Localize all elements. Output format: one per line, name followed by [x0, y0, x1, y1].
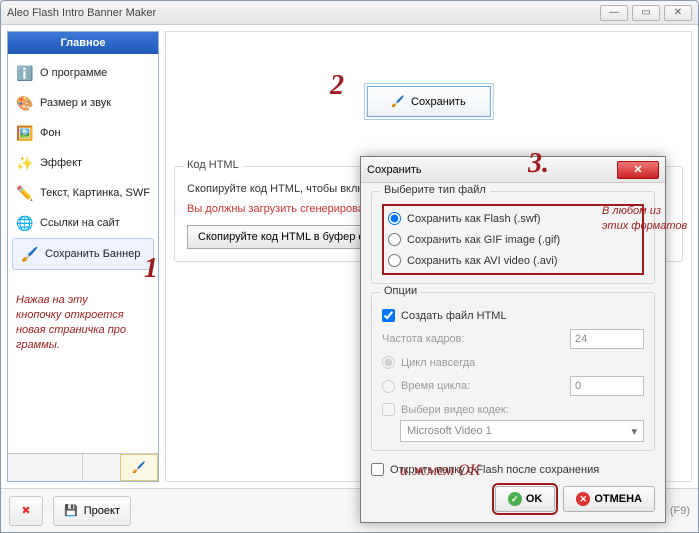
sidebar-item-background[interactable]: 🖼️ Фон	[8, 118, 158, 148]
sidebar-item-save-banner[interactable]: 🖌️ Сохранить Баннер	[12, 238, 154, 270]
loop-time-input[interactable]	[571, 377, 699, 395]
sidebar-footer: 🖌️	[8, 453, 158, 481]
save-button-label: Сохранить	[411, 96, 466, 108]
open-folder-checkbox[interactable]: Открыть папку с Flash после сохранения	[371, 459, 655, 480]
palette-icon: 🎨	[16, 94, 34, 112]
fps-row: Частота кадров: ▲▼	[382, 326, 644, 352]
loop-forever-radio[interactable]: Цикл навсегда	[382, 352, 644, 373]
loop-time-row: Время цикла: ▲▼	[382, 373, 644, 399]
project-button[interactable]: 💾 Проект	[53, 496, 131, 526]
f9-hint: (F9)	[670, 505, 690, 517]
dialog-titlebar: Сохранить ✕	[361, 157, 665, 183]
footer-cell-active[interactable]: 🖌️	[120, 454, 158, 481]
dialog-footer: ✓OK ✕ОТМЕНА	[371, 480, 655, 512]
stop-icon: ✖	[21, 504, 30, 517]
options-group: Опции Создать файл HTML Частота кадров: …	[371, 292, 655, 451]
codec-combo[interactable]: Microsoft Video 1▾	[400, 420, 644, 442]
loop-time-radio[interactable]: Время цикла:	[382, 380, 470, 393]
ok-button[interactable]: ✓OK	[495, 486, 556, 512]
close-button[interactable]: ✕	[664, 5, 692, 21]
dialog-title: Сохранить	[367, 164, 422, 176]
maximize-button[interactable]: ▭	[632, 5, 660, 21]
floppy-icon: 💾	[64, 504, 78, 517]
radio-gif[interactable]: Сохранить как GIF image (.gif)	[388, 229, 638, 250]
fps-spinner[interactable]: ▲▼	[570, 329, 644, 349]
project-label: Проект	[84, 505, 120, 517]
loop-time-spinner[interactable]: ▲▼	[570, 376, 644, 396]
sidebar-item-label: Эффект	[40, 157, 82, 169]
save-dialog: Сохранить ✕ Выберите тип файл Сохранить …	[360, 156, 666, 523]
picture-icon: 🖼️	[16, 124, 34, 142]
radio-swf[interactable]: Сохранить как Flash (.swf)	[388, 208, 638, 229]
sidebar-item-label: О программе	[40, 67, 107, 79]
chevron-down-icon: ▾	[631, 425, 637, 438]
brush-icon: 🖌️	[21, 245, 39, 263]
radio-avi[interactable]: Сохранить как AVI video (.avi)	[388, 250, 638, 271]
sidebar: Главное ℹ️ О программе 🎨 Размер и звук 🖼️ Ф…	[7, 31, 159, 482]
footer-cell[interactable]	[82, 454, 120, 481]
sidebar-item-links[interactable]: 🌐 Ссылки на сайт	[8, 208, 158, 238]
copy-html-button[interactable]: Скопируйте код HTML в буфер обм	[187, 225, 389, 249]
file-type-title: Выберите тип файл	[380, 184, 490, 196]
cancel-icon: ✕	[576, 492, 590, 506]
file-type-highlight: Сохранить как Flash (.swf) Сохранить как…	[382, 204, 644, 275]
sidebar-item-label: Фон	[40, 127, 61, 139]
sidebar-item-label: Сохранить Баннер	[45, 248, 140, 260]
sidebar-item-label: Размер и звук	[40, 97, 111, 109]
window-title: Aleo Flash Intro Banner Maker	[7, 7, 156, 19]
file-type-group: Выберите тип файл Сохранить как Flash (.…	[371, 191, 655, 284]
save-button[interactable]: 🖌️ Сохранить	[366, 86, 490, 117]
check-icon: ✓	[508, 492, 522, 506]
sparkle-icon: ✨	[16, 154, 34, 172]
sidebar-header: Главное	[8, 32, 158, 54]
globe-icon: 🌐	[16, 214, 34, 232]
brush-icon: 🖌️	[391, 95, 405, 108]
window-controls: — ▭ ✕	[600, 5, 692, 21]
sidebar-item-about[interactable]: ℹ️ О программе	[8, 58, 158, 88]
codec-checkbox[interactable]: Выбери видео кодек:	[382, 399, 644, 420]
group-title: Код HTML	[183, 159, 243, 171]
options-title: Опции	[380, 285, 421, 297]
info-icon: ℹ️	[16, 64, 34, 82]
titlebar: Aleo Flash Intro Banner Maker — ▭ ✕	[1, 1, 698, 25]
sidebar-item-label: Ссылки на сайт	[40, 217, 120, 229]
brush-icon: 🖌️	[132, 461, 146, 474]
stop-button[interactable]: ✖	[9, 496, 43, 526]
create-html-checkbox[interactable]: Создать файл HTML	[382, 305, 644, 326]
dialog-close-button[interactable]: ✕	[617, 161, 659, 179]
minimize-button[interactable]: —	[600, 5, 628, 21]
fps-label: Частота кадров:	[382, 333, 465, 345]
sidebar-item-size-sound[interactable]: 🎨 Размер и звук	[8, 88, 158, 118]
sidebar-item-effect[interactable]: ✨ Эффект	[8, 148, 158, 178]
sidebar-item-label: Текст, Картинка, SWF	[40, 187, 150, 199]
fps-input[interactable]	[571, 330, 699, 348]
sidebar-item-text-img-swf[interactable]: ✏️ Текст, Картинка, SWF	[8, 178, 158, 208]
cancel-button[interactable]: ✕ОТМЕНА	[563, 486, 655, 512]
pencil-icon: ✏️	[16, 184, 34, 202]
